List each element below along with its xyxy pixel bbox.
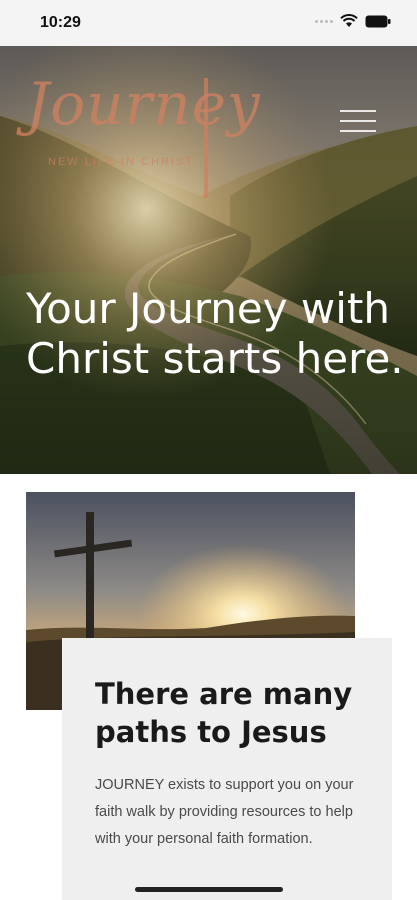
intro-card: There are many paths to Jesus JOURNEY ex…: [62, 638, 392, 900]
journey-logo[interactable]: Journey NEW LIFE IN CHRIST: [26, 68, 260, 198]
card-body-text: JOURNEY exists to support you on your fa…: [95, 777, 354, 847]
logo-cross-mark: [204, 78, 208, 198]
status-bar: 10:29: [0, 0, 417, 46]
hamburger-menu-icon[interactable]: [340, 110, 378, 136]
logo-subtitle: NEW LIFE IN CHRIST: [48, 156, 195, 168]
signal-icon: [315, 19, 333, 23]
home-indicator[interactable]: [135, 887, 283, 892]
wifi-icon: [340, 14, 358, 27]
logo-wordmark: Journey: [26, 70, 261, 138]
status-time: 10:29: [40, 14, 81, 31]
hero-banner: Journey NEW LIFE IN CHRIST Your Journey …: [0, 46, 417, 474]
battery-icon: [365, 15, 391, 27]
status-icons: [315, 14, 391, 28]
card-title: There are many paths to Jesus: [95, 677, 353, 749]
hero-headline: Your Journey with Christ starts here.: [26, 284, 404, 384]
